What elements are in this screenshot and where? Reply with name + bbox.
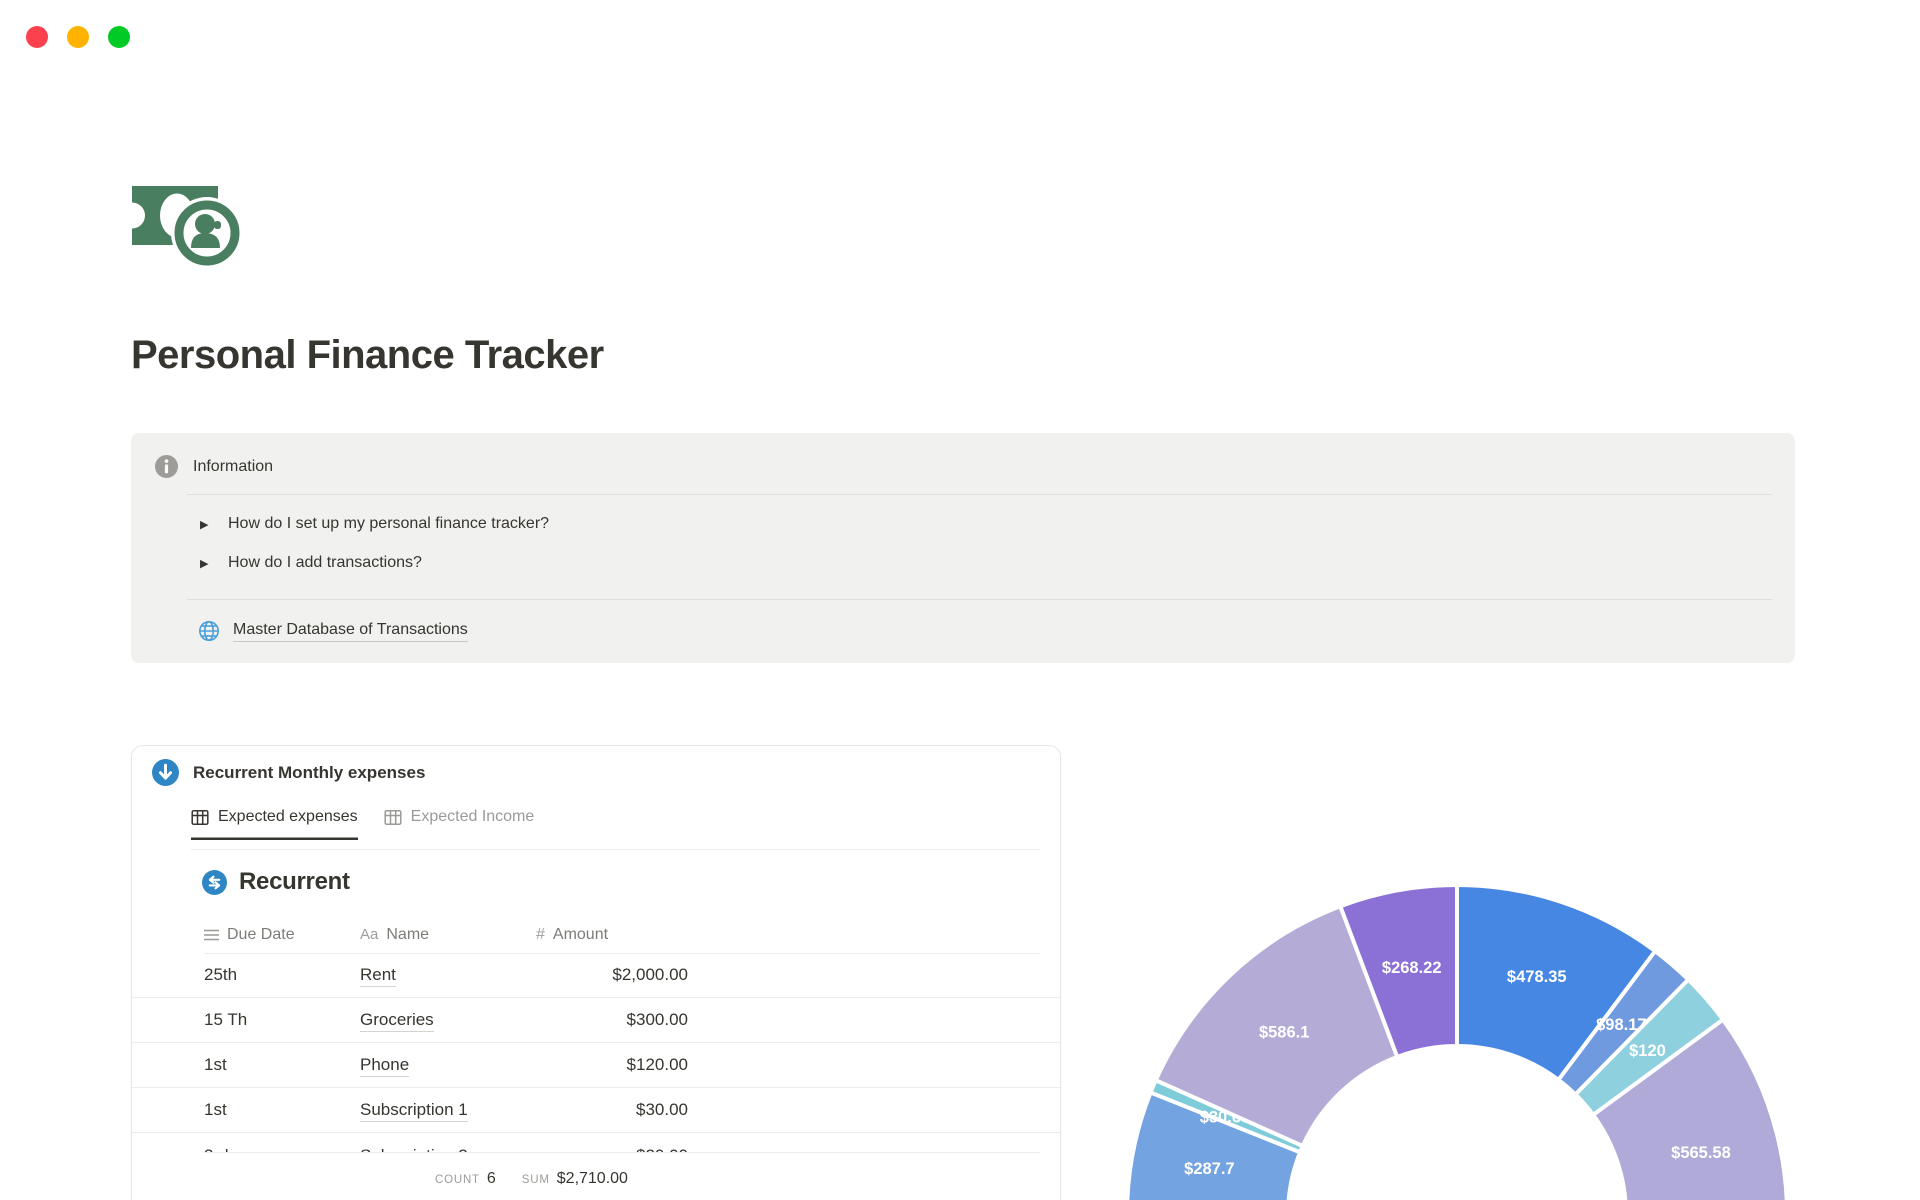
slice-value-label: $565.58 xyxy=(1671,1144,1731,1162)
due-date-cell[interactable]: 25th xyxy=(204,965,360,985)
close-button[interactable] xyxy=(26,26,48,48)
name-cell[interactable]: Groceries xyxy=(360,1010,536,1032)
table-row[interactable]: 15 Th Groceries $300.00 xyxy=(132,998,1060,1043)
name-cell[interactable]: Rent xyxy=(360,965,536,987)
tabs-baseline xyxy=(191,849,1040,850)
toggle-setup-question[interactable]: ▶ How do I set up my personal finance tr… xyxy=(200,515,549,533)
window-controls xyxy=(26,26,130,48)
due-date-cell[interactable]: 1st xyxy=(204,1100,360,1120)
information-callout: Information ▶ How do I set up my persona… xyxy=(131,433,1795,663)
sum-label[interactable]: SUM xyxy=(522,1174,550,1186)
amount-cell[interactable]: $300.00 xyxy=(536,1010,688,1030)
database-title: Recurrent xyxy=(239,868,350,895)
expenses-donut-chart: $287.7 $30.68 $586.1 $268.22 $478.35 $98.17 $1… xyxy=(1120,878,1810,1200)
count-label[interactable]: COUNT xyxy=(435,1174,480,1186)
toggle-arrow-icon[interactable]: ▶ xyxy=(200,518,212,531)
list-icon xyxy=(204,929,219,941)
table-footer: COUNT 6 SUM $2,710.00 xyxy=(435,1170,628,1188)
slice-value-label: $120 xyxy=(1629,1042,1666,1060)
card-title: Recurrent Monthly expenses xyxy=(193,762,426,782)
divider xyxy=(204,1152,1040,1153)
divider xyxy=(187,599,1772,600)
column-amount[interactable]: # Amount xyxy=(536,926,688,944)
table-row[interactable]: 1st Phone $120.00 xyxy=(132,1043,1060,1088)
toggle-add-transactions-question[interactable]: ▶ How do I add transactions? xyxy=(200,554,422,572)
number-icon: # xyxy=(536,925,545,943)
divider xyxy=(187,494,1772,495)
text-icon: Aa xyxy=(360,926,379,943)
clipped-row-wrapper: 3rdSubscription 2$20.00 xyxy=(132,1133,1060,1152)
table-icon xyxy=(384,809,402,825)
info-icon xyxy=(155,455,178,478)
amount-cell[interactable]: $120.00 xyxy=(536,1055,688,1075)
slice-value-label: $586.1 xyxy=(1259,1024,1309,1042)
table-row[interactable]: 1st Subscription 1 $30.00 xyxy=(132,1088,1060,1133)
view-tabs: Expected expenses Expected Income xyxy=(191,808,534,840)
money-icon xyxy=(119,186,243,269)
count-value: 6 xyxy=(486,1170,496,1187)
amount-cell[interactable]: $2,000.00 xyxy=(536,965,688,985)
table-icon xyxy=(191,809,209,825)
table-header-row: Due Date Aa Name # Amount xyxy=(132,916,1060,953)
sum-value: $2,710.00 xyxy=(556,1170,628,1187)
notion-page: Personal Finance Tracker Information ▶ H… xyxy=(0,0,1920,1200)
slice-value-label: $478.35 xyxy=(1507,968,1567,986)
left-right-arrows-circle-icon xyxy=(202,869,227,895)
arrow-down-circle-icon xyxy=(152,759,179,786)
master-database-link[interactable]: Master Database of Transactions xyxy=(233,621,468,642)
slice-value-label: $287.7 xyxy=(1184,1160,1234,1178)
toggle-arrow-icon[interactable]: ▶ xyxy=(200,557,212,570)
due-date-cell[interactable]: 15 Th xyxy=(204,1010,360,1030)
table-row[interactable]: 3rdSubscription 2$20.00 xyxy=(132,1133,1060,1152)
tab-expected-expenses[interactable]: Expected expenses xyxy=(191,808,358,840)
minimize-button[interactable] xyxy=(67,26,89,48)
callout-title: Information xyxy=(193,457,274,475)
globe-icon xyxy=(199,621,219,641)
name-cell[interactable]: Phone xyxy=(360,1055,536,1077)
due-date-cell[interactable]: 1st xyxy=(204,1055,360,1075)
page-link[interactable]: Rent xyxy=(360,965,396,987)
amount-cell[interactable]: $30.00 xyxy=(536,1100,688,1120)
zoom-button[interactable] xyxy=(108,26,130,48)
page-icon[interactable] xyxy=(119,183,243,276)
slice-value-label: $268.22 xyxy=(1382,959,1442,977)
page-title: Personal Finance Tracker xyxy=(131,333,604,377)
table-rows: 25th Rent $2,000.00 15 Th Groceries $300.00 1s… xyxy=(132,953,1060,1152)
tab-expected-income[interactable]: Expected Income xyxy=(384,808,534,840)
page-link[interactable]: Phone xyxy=(360,1055,410,1077)
donut-chart-svg: $287.7$30.68$586.1$268.22 $478.35$98.17$1… xyxy=(1125,882,1789,1200)
name-cell[interactable]: Subscription 1 xyxy=(360,1100,536,1122)
table-row[interactable]: 25th Rent $2,000.00 xyxy=(132,953,1060,998)
page-link[interactable]: Groceries xyxy=(360,1010,434,1032)
recurrent-expenses-card: Recurrent Monthly expenses Expected expe… xyxy=(131,745,1061,1200)
page-link[interactable]: Subscription 1 xyxy=(360,1100,468,1122)
column-name[interactable]: Aa Name xyxy=(360,926,536,944)
column-due-date[interactable]: Due Date xyxy=(204,926,360,944)
